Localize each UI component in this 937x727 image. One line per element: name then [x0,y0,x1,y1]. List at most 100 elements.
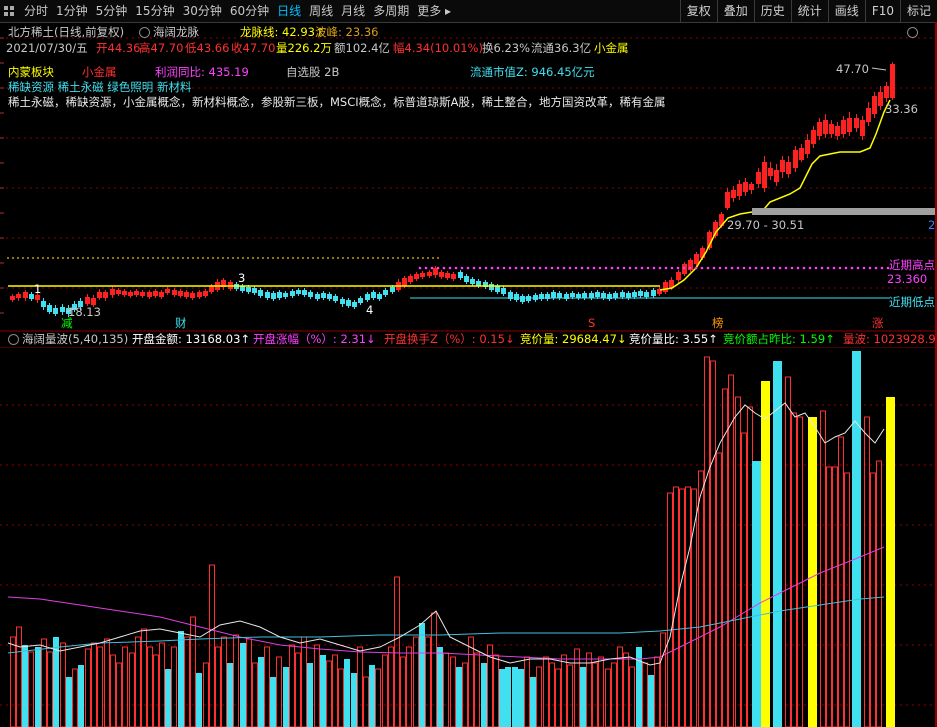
bid-ratio-label: 竞价量比: 3.55↑ [629,332,718,346]
olive-dot [202,257,204,259]
toolbar-button[interactable]: 历史 [753,0,791,22]
volume-bar-up [561,654,567,727]
toolbar-button[interactable]: 叠加 [716,0,754,22]
olive-dot [222,257,224,259]
marker-zhang[interactable]: 涨 [872,316,884,330]
volume-bar-up [171,646,177,727]
range-bar [752,208,937,215]
volume-bar-up [876,460,882,727]
period-tab[interactable]: 多周期 [369,0,413,22]
olive-dot [172,257,174,259]
volume-bar-down [283,667,289,727]
near-high-dot [640,266,644,270]
period-tab[interactable]: 15分钟 [131,0,178,22]
candle-body [676,272,681,280]
volume-bar-down [258,657,264,727]
olive-dot [67,257,69,259]
volume-bar-up [159,642,165,727]
concept-tags: 稀缺资源 稀土永磁 绿色照明 新材料 [8,80,192,94]
toolbar-right-buttons: 复权 叠加 历史 统计 画线 F10 标记 [679,0,937,22]
stock-title: 北方稀土(日线,前复权) [8,25,125,39]
indicator-settings-icon[interactable] [139,27,150,38]
candle-body [638,291,643,296]
near-low-label: 近期低点 [889,295,935,309]
candle-body [451,274,456,279]
marker-jian[interactable]: 减 [61,316,73,330]
period-tab[interactable]: 周线 [305,0,337,22]
volume-bar-up [826,466,832,727]
toolbar-button[interactable]: F10 [864,0,900,22]
candle-body [823,120,828,134]
near-high-dot [646,266,650,270]
olive-dot [292,257,294,259]
watchlist-label: 自选股 2B [286,65,340,79]
volume-bar-down [320,655,326,727]
candle-body [644,292,649,297]
sub-indicator-title[interactable]: 海阔量波(5,40,135) [22,332,128,346]
sub-indicator-settings-icon[interactable] [8,334,19,345]
volume-bar-up [413,636,419,727]
wave-peak-label: 波峰: 23.36 [315,25,379,39]
grid-menu-icon[interactable] [4,6,14,16]
near-high-dot [430,266,434,270]
candle-body [835,126,840,136]
near-high-dot [850,266,854,270]
near-high-dot [688,266,692,270]
candle-body [890,64,895,98]
toolbar-button[interactable]: 画线 [827,0,865,22]
olive-dot [122,257,124,259]
candle-body [321,293,326,298]
marker-bang[interactable]: 榜 [712,316,724,330]
marker-s[interactable]: S [588,316,595,330]
close-panel-icon[interactable] [907,27,918,38]
candle-body [805,140,810,154]
near-high-dot [610,266,614,270]
volume-bar-up [468,636,474,727]
olive-dot [32,257,34,259]
volume-bar-up [264,646,270,727]
bid-volume-label: 竞价量: 29684.47↓ [520,332,627,346]
olive-dot [157,257,159,259]
candle-body [427,272,432,276]
period-tab[interactable]: 更多 ▸ [413,0,455,22]
volume-bar-down [499,669,505,727]
marker-cai[interactable]: 财 [175,316,187,330]
period-tab[interactable]: 分时 [20,0,52,22]
period-tab[interactable]: 5分钟 [92,0,132,22]
volume-bar-up [710,360,716,727]
period-tab[interactable]: 60分钟 [226,0,273,22]
volume-bar-up [642,662,648,727]
candlestick-chart[interactable] [0,22,937,352]
near-high-dot [580,266,584,270]
candle-body [854,118,859,128]
near-high-dot [508,266,512,270]
indicator-name[interactable]: 海阔龙脉 [153,25,199,39]
volume-bar-up [870,472,876,727]
candle-body [847,118,852,132]
candle-body [780,160,785,172]
candle-body [557,293,562,298]
olive-dot [82,257,84,259]
near-high-dot [556,266,560,270]
olive-dot [247,257,249,259]
period-tab[interactable]: 1分钟 [52,0,92,22]
toolbar-button[interactable]: 统计 [790,0,828,22]
candle-body [140,292,145,296]
volume-bar-up [16,626,22,727]
volume-bar-up [60,642,66,727]
volume-wave-chart[interactable] [0,347,937,727]
volume-bar-up [110,654,116,727]
period-tab[interactable]: 月线 [337,0,369,22]
toolbar-button[interactable]: 复权 [679,0,717,22]
volume-bar-up [357,646,363,727]
olive-dot [402,257,404,259]
candle-body [265,292,270,298]
period-tab[interactable]: 日线 [273,0,305,22]
period-tab[interactable]: 30分钟 [179,0,226,22]
quote-volume: 量226.2万 [276,41,332,55]
bid-amount-ratio-label: 竞价额占昨比: 1.59↑ [723,332,835,346]
near-high-dot [484,266,488,270]
candle-body [290,291,295,296]
volume-bar-up [629,666,635,727]
toolbar-button[interactable]: 标记 [899,0,937,22]
